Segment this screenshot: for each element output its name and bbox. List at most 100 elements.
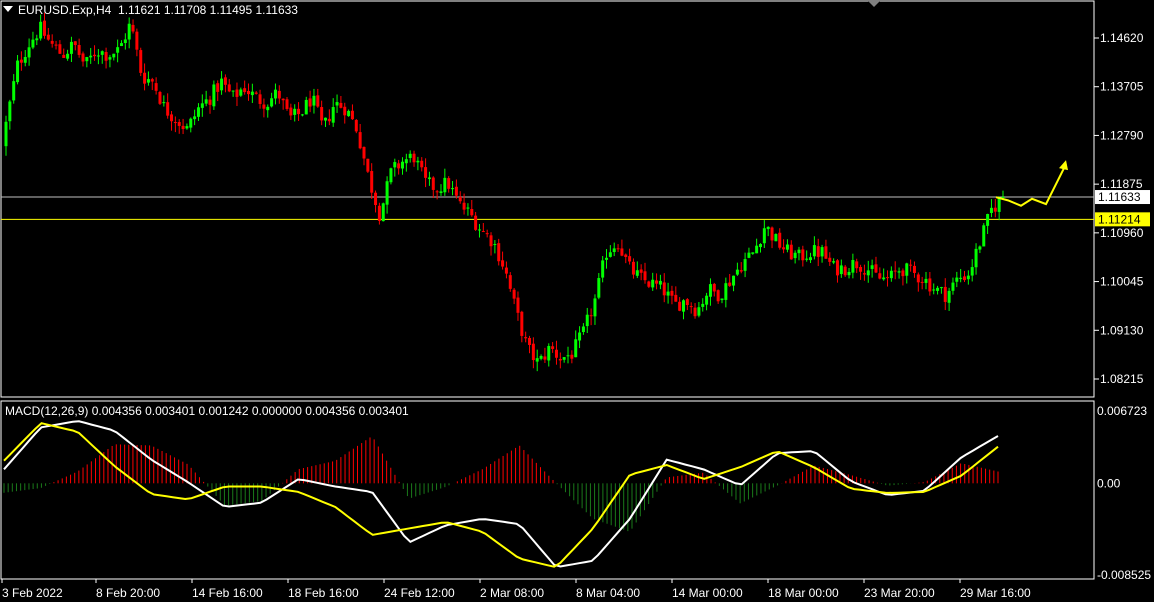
candle-body [605,257,609,260]
candle-body [658,280,662,285]
candle-body [162,102,166,104]
candle-body [46,34,50,40]
candle-body [859,266,863,272]
candle-body [89,55,93,58]
candle-body [335,102,339,106]
candle-body [170,114,174,122]
candle-body [85,57,89,62]
candle-body [601,260,605,278]
candle-body [189,118,193,128]
candle-body [254,92,258,94]
candle-body [820,247,824,257]
candle-body [770,227,774,241]
candle-body [855,261,859,269]
candle-body [243,88,247,93]
candle-body [728,282,732,286]
candle-body [697,307,701,316]
candle-body [477,229,481,231]
candle-body [508,275,512,289]
candle-body [551,346,555,349]
signal-line [3,422,999,568]
candle-body [485,233,489,235]
candle-body [832,261,836,263]
candle-body [789,244,793,260]
candle-body [785,244,789,250]
candle-body [678,301,682,311]
candle-body [970,267,974,276]
candle-body [331,107,335,123]
macd-tick-label: 0.006723 [1097,404,1147,418]
candle-body [458,196,462,202]
candle-body [166,102,170,116]
candle-body [143,72,147,84]
candle-body [135,31,139,50]
candle-body [959,277,963,279]
candle-body [108,57,112,60]
candle-body [347,110,351,117]
candle-body [154,83,158,91]
candle-body [131,24,135,32]
candle-body [862,273,866,275]
candle-body [16,60,20,83]
candle-body [693,307,697,317]
axes: 1.146201.137051.127901.118751.109601.100… [1,31,1151,600]
candle-body [400,161,404,169]
candle-body [42,20,46,36]
collapse-triangle-icon[interactable] [3,6,13,12]
candle-body [35,38,39,41]
support-price-label: 1.11214 [1098,212,1141,226]
time-tick-label: 2 Mar 08:00 [480,586,544,600]
candle-body [324,117,328,121]
candle-body [146,79,150,83]
candle-body [758,243,762,248]
time-tick-label: 18 Feb 16:00 [288,586,359,600]
candle-body [354,119,358,132]
candle-body [681,300,685,312]
candle-body [235,89,239,97]
candle-body [716,290,720,302]
candle-body [81,53,85,62]
scroll-marker-icon[interactable] [868,1,880,7]
candle-body [501,260,505,267]
chart-canvas[interactable]: 1.146201.137051.127901.118751.109601.100… [0,0,1154,602]
candle-body [93,54,97,57]
candle-body [73,41,77,46]
candle-body [812,245,816,257]
candle-body [393,162,397,168]
candle-body [139,50,143,73]
candle-body [847,271,851,276]
candle-body [408,153,412,158]
candle-body [882,277,886,280]
candle-body [920,281,924,283]
candle-body [982,225,986,247]
candle-body [916,274,920,283]
chart-header: EURUSD.Exp,H4 1.11621 1.11708 1.11495 1.… [3,3,298,17]
candle-body [782,247,786,250]
candle-body [747,252,751,258]
candle-body [655,280,659,284]
candle-body [462,202,466,210]
candle-body [978,246,982,250]
candle-body [12,81,16,101]
candle-body [366,158,370,172]
candle-body [370,171,374,193]
candle-body [389,168,393,183]
candle-body [158,91,162,104]
candle-body [805,258,809,260]
candle-body [58,44,62,54]
candle-body [874,264,878,273]
candle-body [708,284,712,297]
time-tick-label: 18 Mar 00:00 [768,586,839,600]
candle-body [481,231,485,233]
macd-panel [3,420,999,568]
candle-body [474,215,478,230]
candle-body [150,79,154,82]
time-tick-label: 8 Feb 20:00 [96,586,160,600]
candle-body [797,249,801,254]
candle-body [23,57,27,63]
candle-body [470,209,474,216]
candle-body [250,91,254,96]
candle-body [839,265,843,275]
candle-body [119,43,123,47]
price-tick-label: 1.10045 [1100,275,1144,289]
